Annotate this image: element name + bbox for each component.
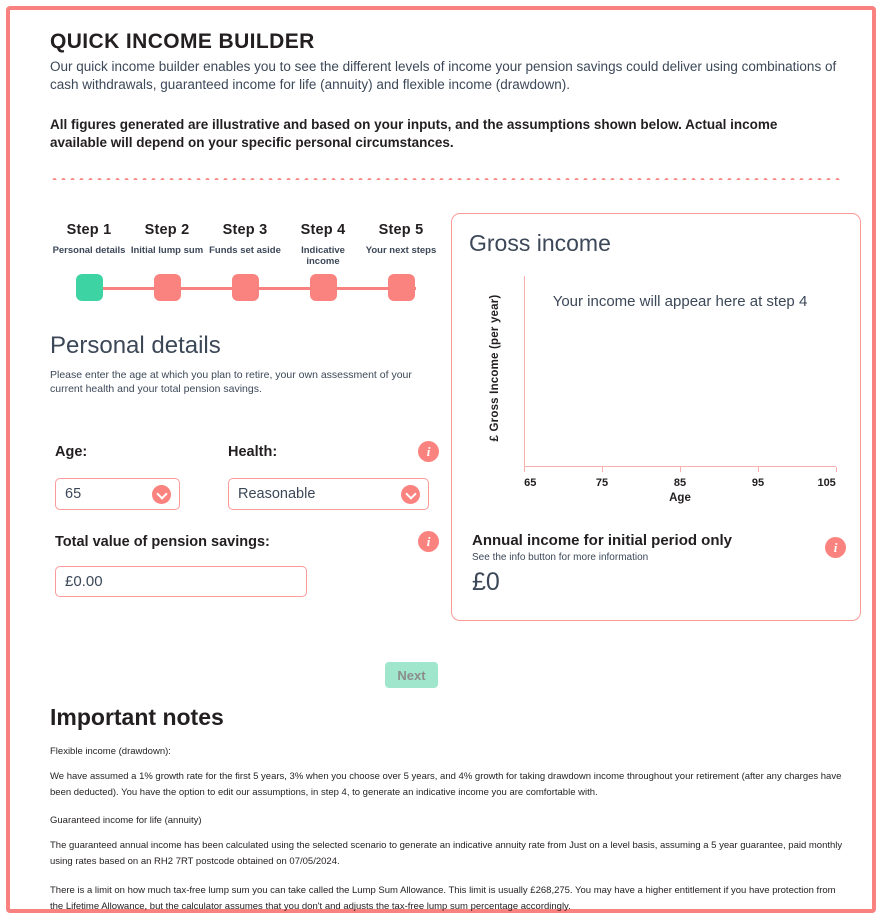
chart-x-tick-label: 105 [817,477,836,489]
header-section: QUICK INCOME BUILDER Our quick income bu… [50,30,850,180]
step-title: Step 4 [300,222,346,238]
step-node-1[interactable] [76,274,103,301]
step-title: Step 3 [222,222,268,238]
chevron-down-icon [152,484,171,504]
note-subheading: Flexible income (drawdown): [50,746,171,757]
note-subheading: Guaranteed income for life (annuity) [50,815,202,826]
page-frame: QUICK INCOME BUILDER Our quick income bu… [6,6,876,913]
annual-income-block: Annual income for initial period only Se… [472,532,844,597]
savings-label: Total value of pension savings: [55,534,270,550]
step-item-1[interactable]: Step 1 Personal details [50,222,128,269]
step-item-3[interactable]: Step 3 Funds set aside [206,222,284,269]
note-paragraph: We have assumed a 1% growth rate for the… [50,771,842,798]
chart-x-tick [758,467,760,472]
step-subtitle: Indicative income [301,245,345,267]
field-labels-row: Age: Health: i [50,441,450,466]
step-titles-row: Step 1 Personal details Step 2 Initial l… [50,222,450,269]
step-title: Step 2 [144,222,190,238]
step-node-5[interactable] [388,274,415,301]
quick-income-builder-page: QUICK INCOME BUILDER Our quick income bu… [0,0,882,919]
step-indicator: Step 1 Personal details Step 2 Initial l… [50,222,450,305]
next-button[interactable]: Next [385,662,438,688]
chart-title: Gross income [469,230,611,256]
step-node-2[interactable] [154,274,181,301]
step-item-5[interactable]: Step 5 Your next steps [362,222,440,269]
step-item-4[interactable]: Step 4 Indicative income [284,222,362,269]
personal-details-section: Personal details Please enter the age at… [50,332,450,598]
age-label: Age: [55,444,88,460]
info-icon-annual-income[interactable]: i [825,537,846,558]
chart-x-tick [524,467,526,472]
step-subtitle: Funds set aside [209,245,281,256]
chart-axis-area: 65 75 85 95 105 Age [524,276,838,504]
annual-income-title: Annual income for initial period only [472,532,733,549]
health-select[interactable]: Reasonable [228,478,429,510]
step-subtitle: Initial lump sum [130,245,204,256]
health-label: Health: [228,444,278,460]
chart-x-tick-label: 75 [595,477,609,489]
gross-income-card: Gross income £ Gross Income (per year) Y… [451,213,861,621]
age-select[interactable]: 65 [55,478,180,510]
chart-x-tick [836,467,838,472]
chart-x-tick [680,467,682,472]
chart-x-tick-label: 85 [673,477,687,489]
step-subtitle: Your next steps [365,245,437,256]
section-heading: Personal details [50,332,221,359]
dotted-divider [50,176,842,180]
savings-input-row [50,566,450,598]
health-select-value: Reasonable [238,486,316,502]
step-subtitle: Personal details [52,245,126,256]
step-item-2[interactable]: Step 2 Initial lump sum [128,222,206,269]
page-title: QUICK INCOME BUILDER [50,30,315,53]
step-node-4[interactable] [310,274,337,301]
step-node-3[interactable] [232,274,259,301]
chart-x-tick [602,467,604,472]
info-icon-savings[interactable]: i [418,531,439,552]
chart-y-axis-line [524,276,526,467]
intro-bold-paragraph: All figures generated are illustrative a… [50,117,778,150]
note-paragraph: There is a limit on how much tax-free lu… [50,885,836,912]
step-track [50,271,450,305]
step-title: Step 1 [66,222,112,238]
age-select-value: 65 [65,486,82,502]
notes-heading: Important notes [50,704,224,730]
annual-income-subtitle: See the info button for more information [472,552,649,563]
chart-x-axis-label: Age [669,492,691,504]
chart-x-tick-label: 65 [524,477,537,489]
annual-income-value: £0 [472,568,500,596]
savings-input[interactable] [55,566,307,597]
inputs-row: 65 Reasonable [50,478,450,512]
intro-paragraph: Our quick income builder enables you to … [50,59,837,92]
step-title: Step 5 [378,222,424,238]
chart-y-axis-label: £ Gross Income (per year) [489,294,501,442]
note-paragraph: The guaranteed annual income has been ca… [50,840,843,867]
chart-x-tick-label: 95 [751,477,765,489]
chevron-down-icon [401,484,420,504]
savings-label-row: Total value of pension savings: i [50,531,450,556]
info-icon-health[interactable]: i [418,441,439,462]
important-notes-section: Important notes Flexible income (drawdow… [50,704,845,919]
income-chart: £ Gross Income (per year) Your income wi… [472,276,844,504]
section-description: Please enter the age at which you plan t… [50,369,412,395]
